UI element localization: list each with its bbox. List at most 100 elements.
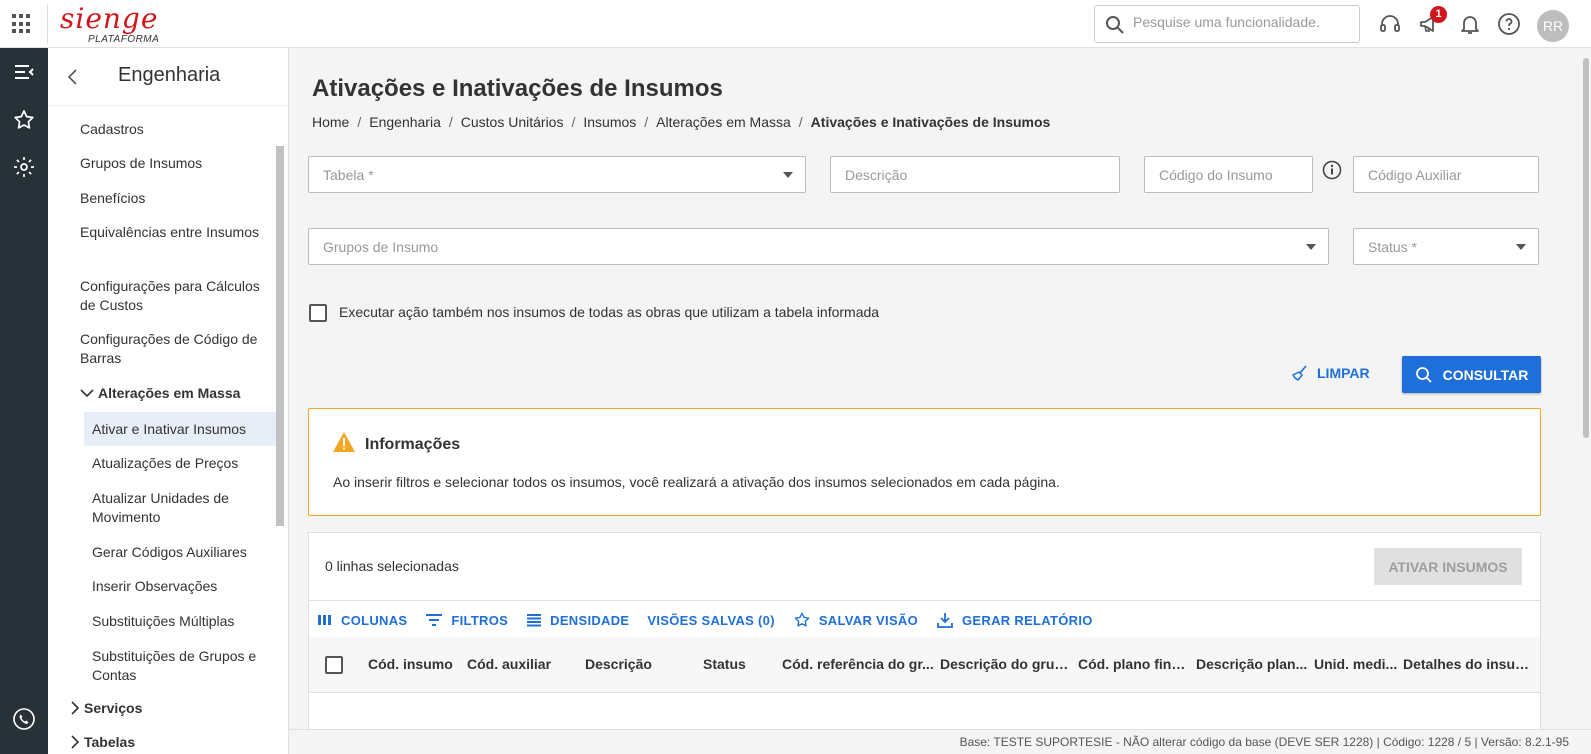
limpar-button[interactable]: LIMPAR	[1291, 364, 1370, 382]
filtros-button[interactable]: FILTROS	[425, 613, 508, 628]
column-header[interactable]: Descrição	[585, 656, 685, 672]
status-select[interactable]: Status *	[1353, 228, 1539, 265]
sidebar-item-equivalencias[interactable]: Equivalências entre Insumos	[80, 223, 270, 242]
consultar-label: CONSULTAR	[1442, 366, 1529, 383]
sidebar-item-atualizacoes-precos[interactable]: Atualizações de Preços	[84, 446, 274, 480]
column-header[interactable]: Unid. medi...	[1314, 656, 1398, 672]
executar-obras-checkbox[interactable]	[309, 304, 327, 322]
sidebar-item-ativar-inativar-insumos[interactable]: Ativar e Inativar Insumos	[84, 412, 280, 446]
table-header: Cód. insumo Cód. auxiliar Descrição Stat…	[309, 637, 1540, 693]
top-bar: sienge PLATAFORMA 1 RR	[0, 0, 1591, 48]
column-header[interactable]: Detalhes do insumo	[1403, 656, 1535, 672]
densidade-label: DENSIDADE	[550, 612, 630, 628]
page-title: Ativações e Inativações de Insumos	[312, 75, 723, 102]
chevron-down-icon	[80, 389, 94, 398]
sidebar-item-inserir-observacoes[interactable]: Inserir Observações	[84, 569, 274, 603]
sidebar-group-servicos[interactable]: Serviços	[70, 700, 142, 716]
breadcrumb-item[interactable]: Engenharia	[369, 114, 441, 130]
apps-grid-icon[interactable]	[12, 14, 32, 34]
sidebar-scrollbar[interactable]	[276, 146, 284, 526]
ativar-insumos-button[interactable]: ATIVAR INSUMOS	[1374, 548, 1522, 585]
results-table: 0 linhas selecionadas ATIVAR INSUMOS COL…	[308, 532, 1541, 754]
descricao-field[interactable]: Descrição	[830, 156, 1120, 193]
main-content: Ativações e Inativações de Insumos Home /…	[289, 48, 1591, 754]
sidebar-item-cadastros[interactable]: Cadastros	[80, 120, 270, 139]
star-icon[interactable]	[12, 108, 36, 132]
status-bar: Base: TESTE SUPORTESIE - NÃO alterar cód…	[289, 729, 1591, 754]
sidebar-item-configuracoes-codigo-barras[interactable]: Configurações de Código de Barras	[80, 330, 270, 368]
grupos-insumo-placeholder: Grupos de Insumo	[323, 239, 439, 255]
divider	[47, 4, 48, 44]
left-rail	[0, 48, 48, 754]
sidebar: Engenharia Cadastros Grupos de Insumos B…	[48, 48, 289, 754]
breadcrumb-item[interactable]: Alterações em Massa	[656, 114, 791, 130]
filtros-label: FILTROS	[451, 612, 509, 628]
search-icon	[1415, 366, 1432, 383]
columns-icon	[318, 615, 331, 625]
descricao-placeholder: Descrição	[845, 167, 908, 183]
sidebar-item-substituicoes-multiplas[interactable]: Substituições Múltiplas	[84, 604, 274, 638]
breadcrumb-item[interactable]: Custos Unitários	[461, 114, 564, 130]
sidebar-group-label: Alterações em Massa	[98, 385, 241, 401]
gear-icon[interactable]	[12, 155, 36, 179]
consultar-button[interactable]: CONSULTAR	[1402, 356, 1541, 393]
breadcrumb-item[interactable]: Home	[312, 114, 349, 130]
phone-icon[interactable]	[12, 707, 36, 731]
gerar-relatorio-label: GERAR RELATÓRIO	[962, 612, 1093, 628]
codigo-insumo-field[interactable]: Código do Insumo	[1144, 156, 1313, 193]
column-header[interactable]: Descrição do grup...	[940, 656, 1070, 672]
sidebar-group-label: Tabelas	[84, 734, 136, 750]
info-icon[interactable]	[1322, 160, 1342, 180]
column-header[interactable]: Cód. insumo	[368, 656, 458, 672]
main-scrollbar[interactable]	[1581, 48, 1591, 729]
sienge-logo[interactable]: sienge PLATAFORMA	[60, 2, 170, 46]
breadcrumb: Home / Engenharia / Custos Unitários / Insu…	[312, 114, 1051, 130]
colunas-button[interactable]: COLUNAS	[317, 613, 407, 628]
sidebar-item-beneficios[interactable]: Benefícios	[80, 189, 270, 208]
sidebar-group-alteracoes-em-massa[interactable]: Alterações em Massa	[80, 385, 240, 401]
sidebar-group-label: Serviços	[84, 700, 143, 716]
select-all-checkbox[interactable]	[325, 656, 343, 674]
bell-icon[interactable]	[1458, 12, 1482, 36]
help-icon[interactable]	[1497, 12, 1521, 36]
salvar-visao-button[interactable]: SALVAR VISÃO	[793, 611, 918, 629]
info-alert: Informações Ao inserir filtros e selecio…	[308, 408, 1541, 516]
grupos-insumo-select[interactable]: Grupos de Insumo	[308, 228, 1329, 265]
codigo-auxiliar-field[interactable]: Código Auxiliar	[1353, 156, 1539, 193]
column-header[interactable]: Descrição plan...	[1196, 656, 1308, 672]
breadcrumb-item[interactable]: Insumos	[583, 114, 636, 130]
sidebar-title: Engenharia	[118, 64, 221, 86]
warning-icon	[333, 432, 355, 452]
search-input[interactable]	[1133, 14, 1353, 30]
tabela-placeholder: Tabela *	[323, 167, 374, 183]
sidebar-item-gerar-codigos-auxiliares[interactable]: Gerar Códigos Auxiliares	[84, 535, 274, 569]
sidebar-item-configuracoes-calculos[interactable]: Configurações para Cálculos de Custos	[80, 277, 270, 315]
menu-collapse-icon[interactable]	[12, 60, 36, 84]
column-header[interactable]: Cód. auxiliar	[467, 656, 567, 672]
visoes-salvas-label: VISÕES SALVAS (0)	[647, 612, 775, 628]
search-box[interactable]	[1094, 5, 1360, 43]
sidebar-item-atualizar-unidades[interactable]: Atualizar Unidades de Movimento	[84, 488, 274, 528]
sidebar-item-grupos-de-insumos[interactable]: Grupos de Insumos	[80, 154, 270, 173]
column-header[interactable]: Cód. plano fina...	[1078, 656, 1190, 672]
notification-badge: 1	[1430, 6, 1447, 23]
column-header[interactable]: Cód. referência do gr...	[782, 656, 934, 672]
column-header[interactable]: Status	[703, 656, 773, 672]
back-chevron-icon[interactable]	[66, 68, 80, 86]
tabela-select[interactable]: Tabela *	[308, 156, 806, 193]
gerar-relatorio-button[interactable]: GERAR RELATÓRIO	[936, 611, 1093, 629]
headset-icon[interactable]	[1378, 12, 1402, 36]
divider	[309, 600, 1540, 601]
dropdown-arrow-icon	[1516, 244, 1526, 250]
sidebar-item-substituicoes-grupos-contas[interactable]: Substituições de Grupos e Contas	[84, 646, 274, 686]
visoes-salvas-button[interactable]: VISÕES SALVAS (0)	[647, 613, 774, 628]
sidebar-group-tabelas[interactable]: Tabelas	[70, 734, 135, 750]
colunas-label: COLUNAS	[341, 612, 408, 628]
status-bar-text: Base: TESTE SUPORTESIE - NÃO alterar cód…	[959, 735, 1569, 749]
dropdown-arrow-icon	[783, 172, 793, 178]
user-avatar[interactable]: RR	[1537, 10, 1569, 42]
status-placeholder: Status *	[1368, 239, 1418, 255]
codigo-auxiliar-placeholder: Código Auxiliar	[1368, 167, 1462, 183]
densidade-button[interactable]: DENSIDADE	[526, 613, 629, 628]
logo-subtitle: PLATAFORMA	[88, 34, 160, 45]
